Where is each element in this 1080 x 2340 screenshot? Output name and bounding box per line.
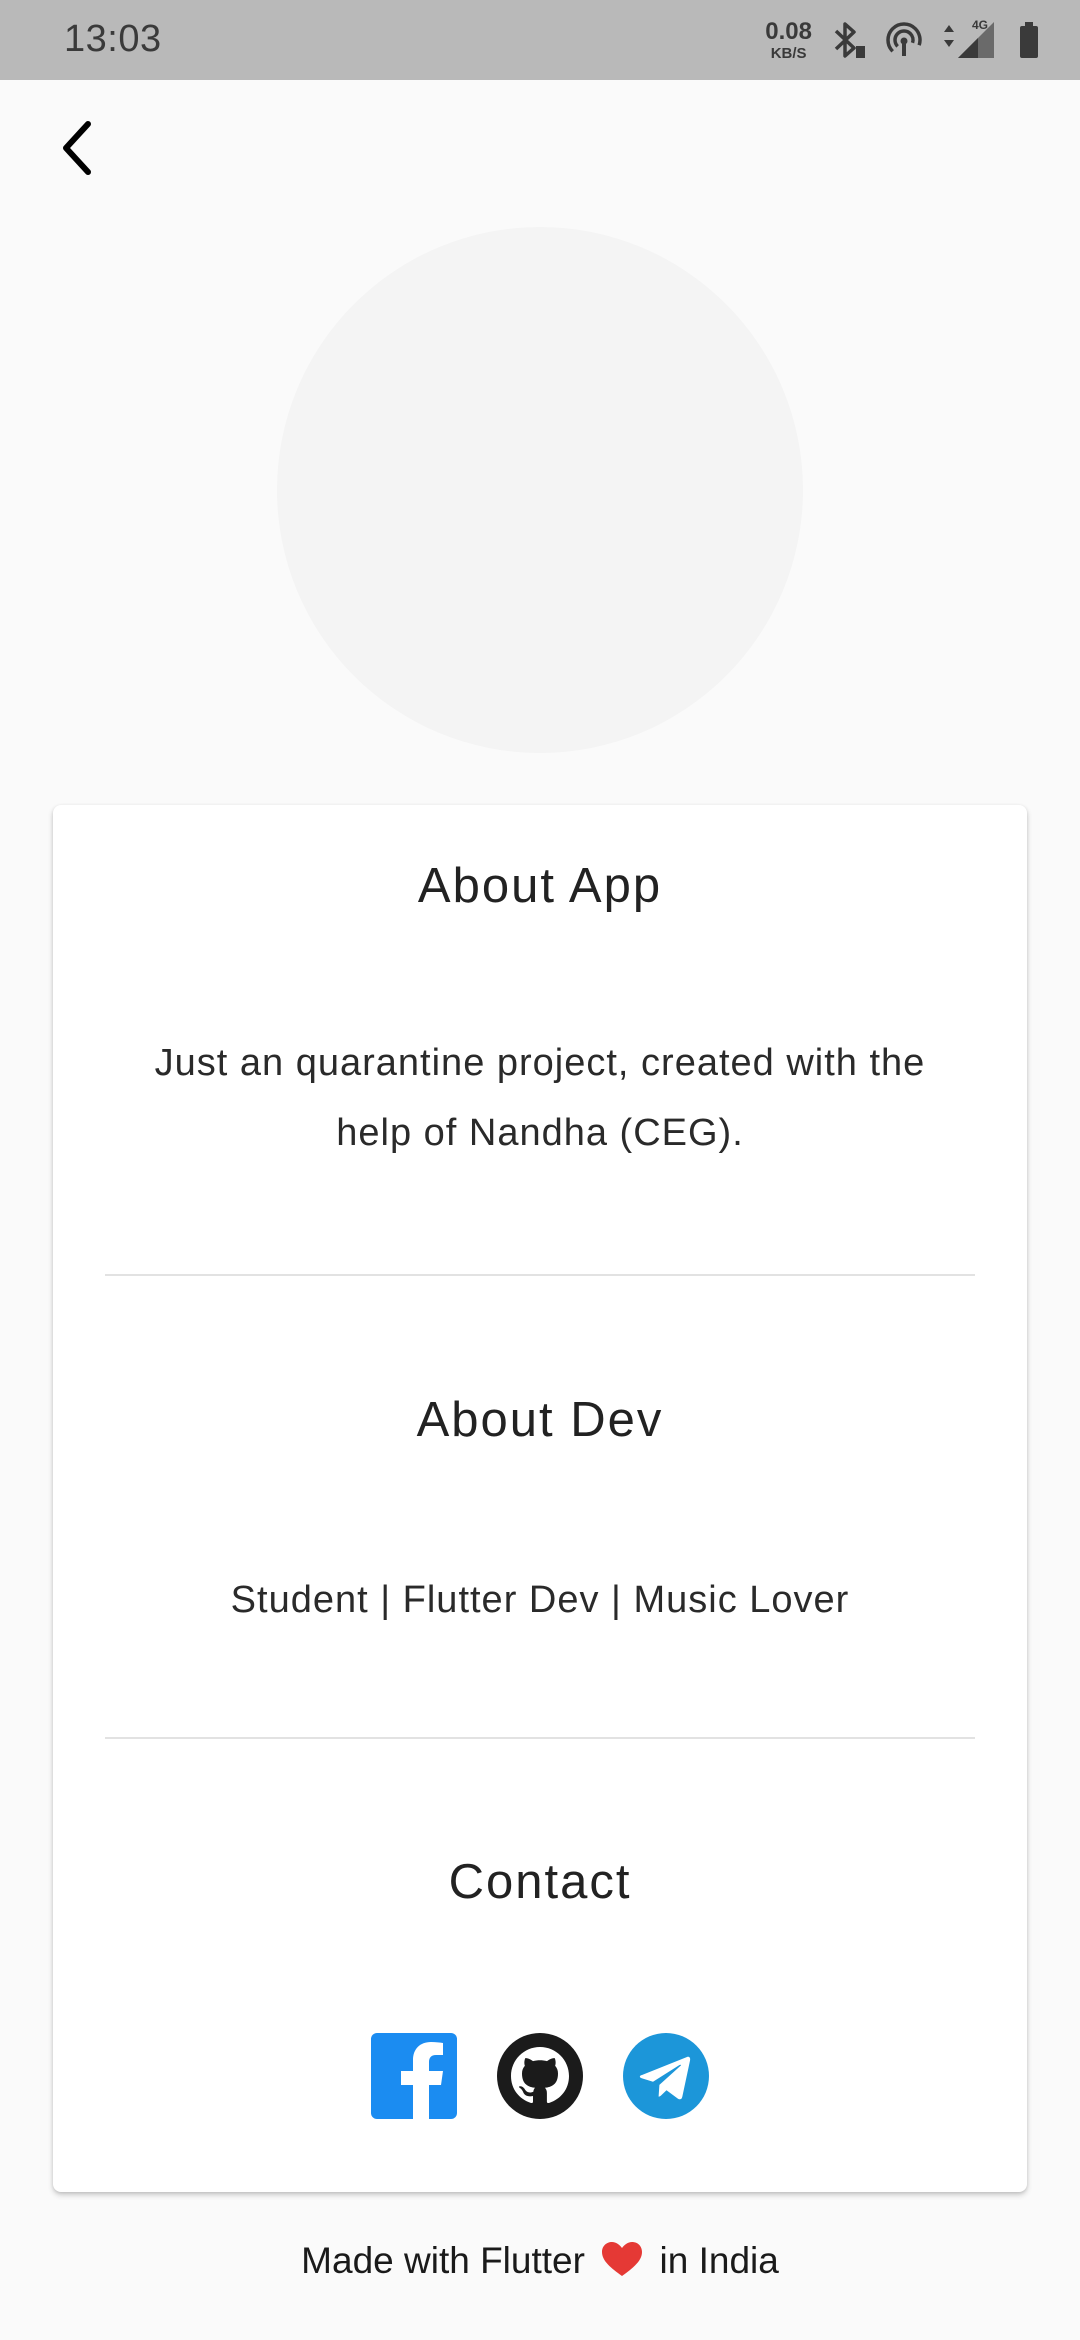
contact-title: Contact — [448, 1855, 632, 1909]
status-time: 13:03 — [64, 18, 162, 60]
status-icons: 0.08 KB/S 4G — [765, 14, 1040, 66]
network-speed: 0.08 KB/S — [765, 17, 812, 62]
hotspot-icon — [884, 20, 924, 60]
info-card: About App Just an quarantine project, cr… — [53, 805, 1027, 2192]
about-app-body: Just an quarantine project, created with… — [154, 1042, 926, 1154]
divider — [105, 1737, 975, 1739]
footer-suffix: in India — [659, 2240, 779, 2281]
about-dev-body: Student | Flutter Dev | Music Lover — [230, 1579, 850, 1621]
network-type-label: 4G — [972, 18, 988, 32]
network-speed-unit: KB/S — [770, 44, 807, 62]
heart-icon — [602, 2242, 643, 2276]
network-speed-value: 0.08 — [765, 17, 812, 45]
status-bar: 13:03 0.08 KB/S 4G — [0, 0, 1080, 80]
contact-icons — [53, 2033, 1027, 2119]
footer-prefix: Made with Flutter — [301, 2240, 585, 2281]
back-arrow-icon — [63, 121, 91, 175]
signal-icon: 4G — [942, 18, 1000, 62]
telegram-icon[interactable] — [623, 2033, 709, 2119]
battery-icon — [1018, 20, 1040, 60]
avatar — [277, 227, 803, 753]
back-button[interactable] — [46, 116, 110, 180]
footer: Made with Flutter in India — [0, 2240, 1080, 2282]
divider — [105, 1274, 975, 1276]
about-dev-title: About Dev — [416, 1393, 664, 1447]
github-icon[interactable] — [497, 2033, 583, 2119]
facebook-icon[interactable] — [371, 2033, 457, 2119]
about-app-title: About App — [417, 859, 663, 913]
bluetooth-icon — [830, 20, 866, 60]
